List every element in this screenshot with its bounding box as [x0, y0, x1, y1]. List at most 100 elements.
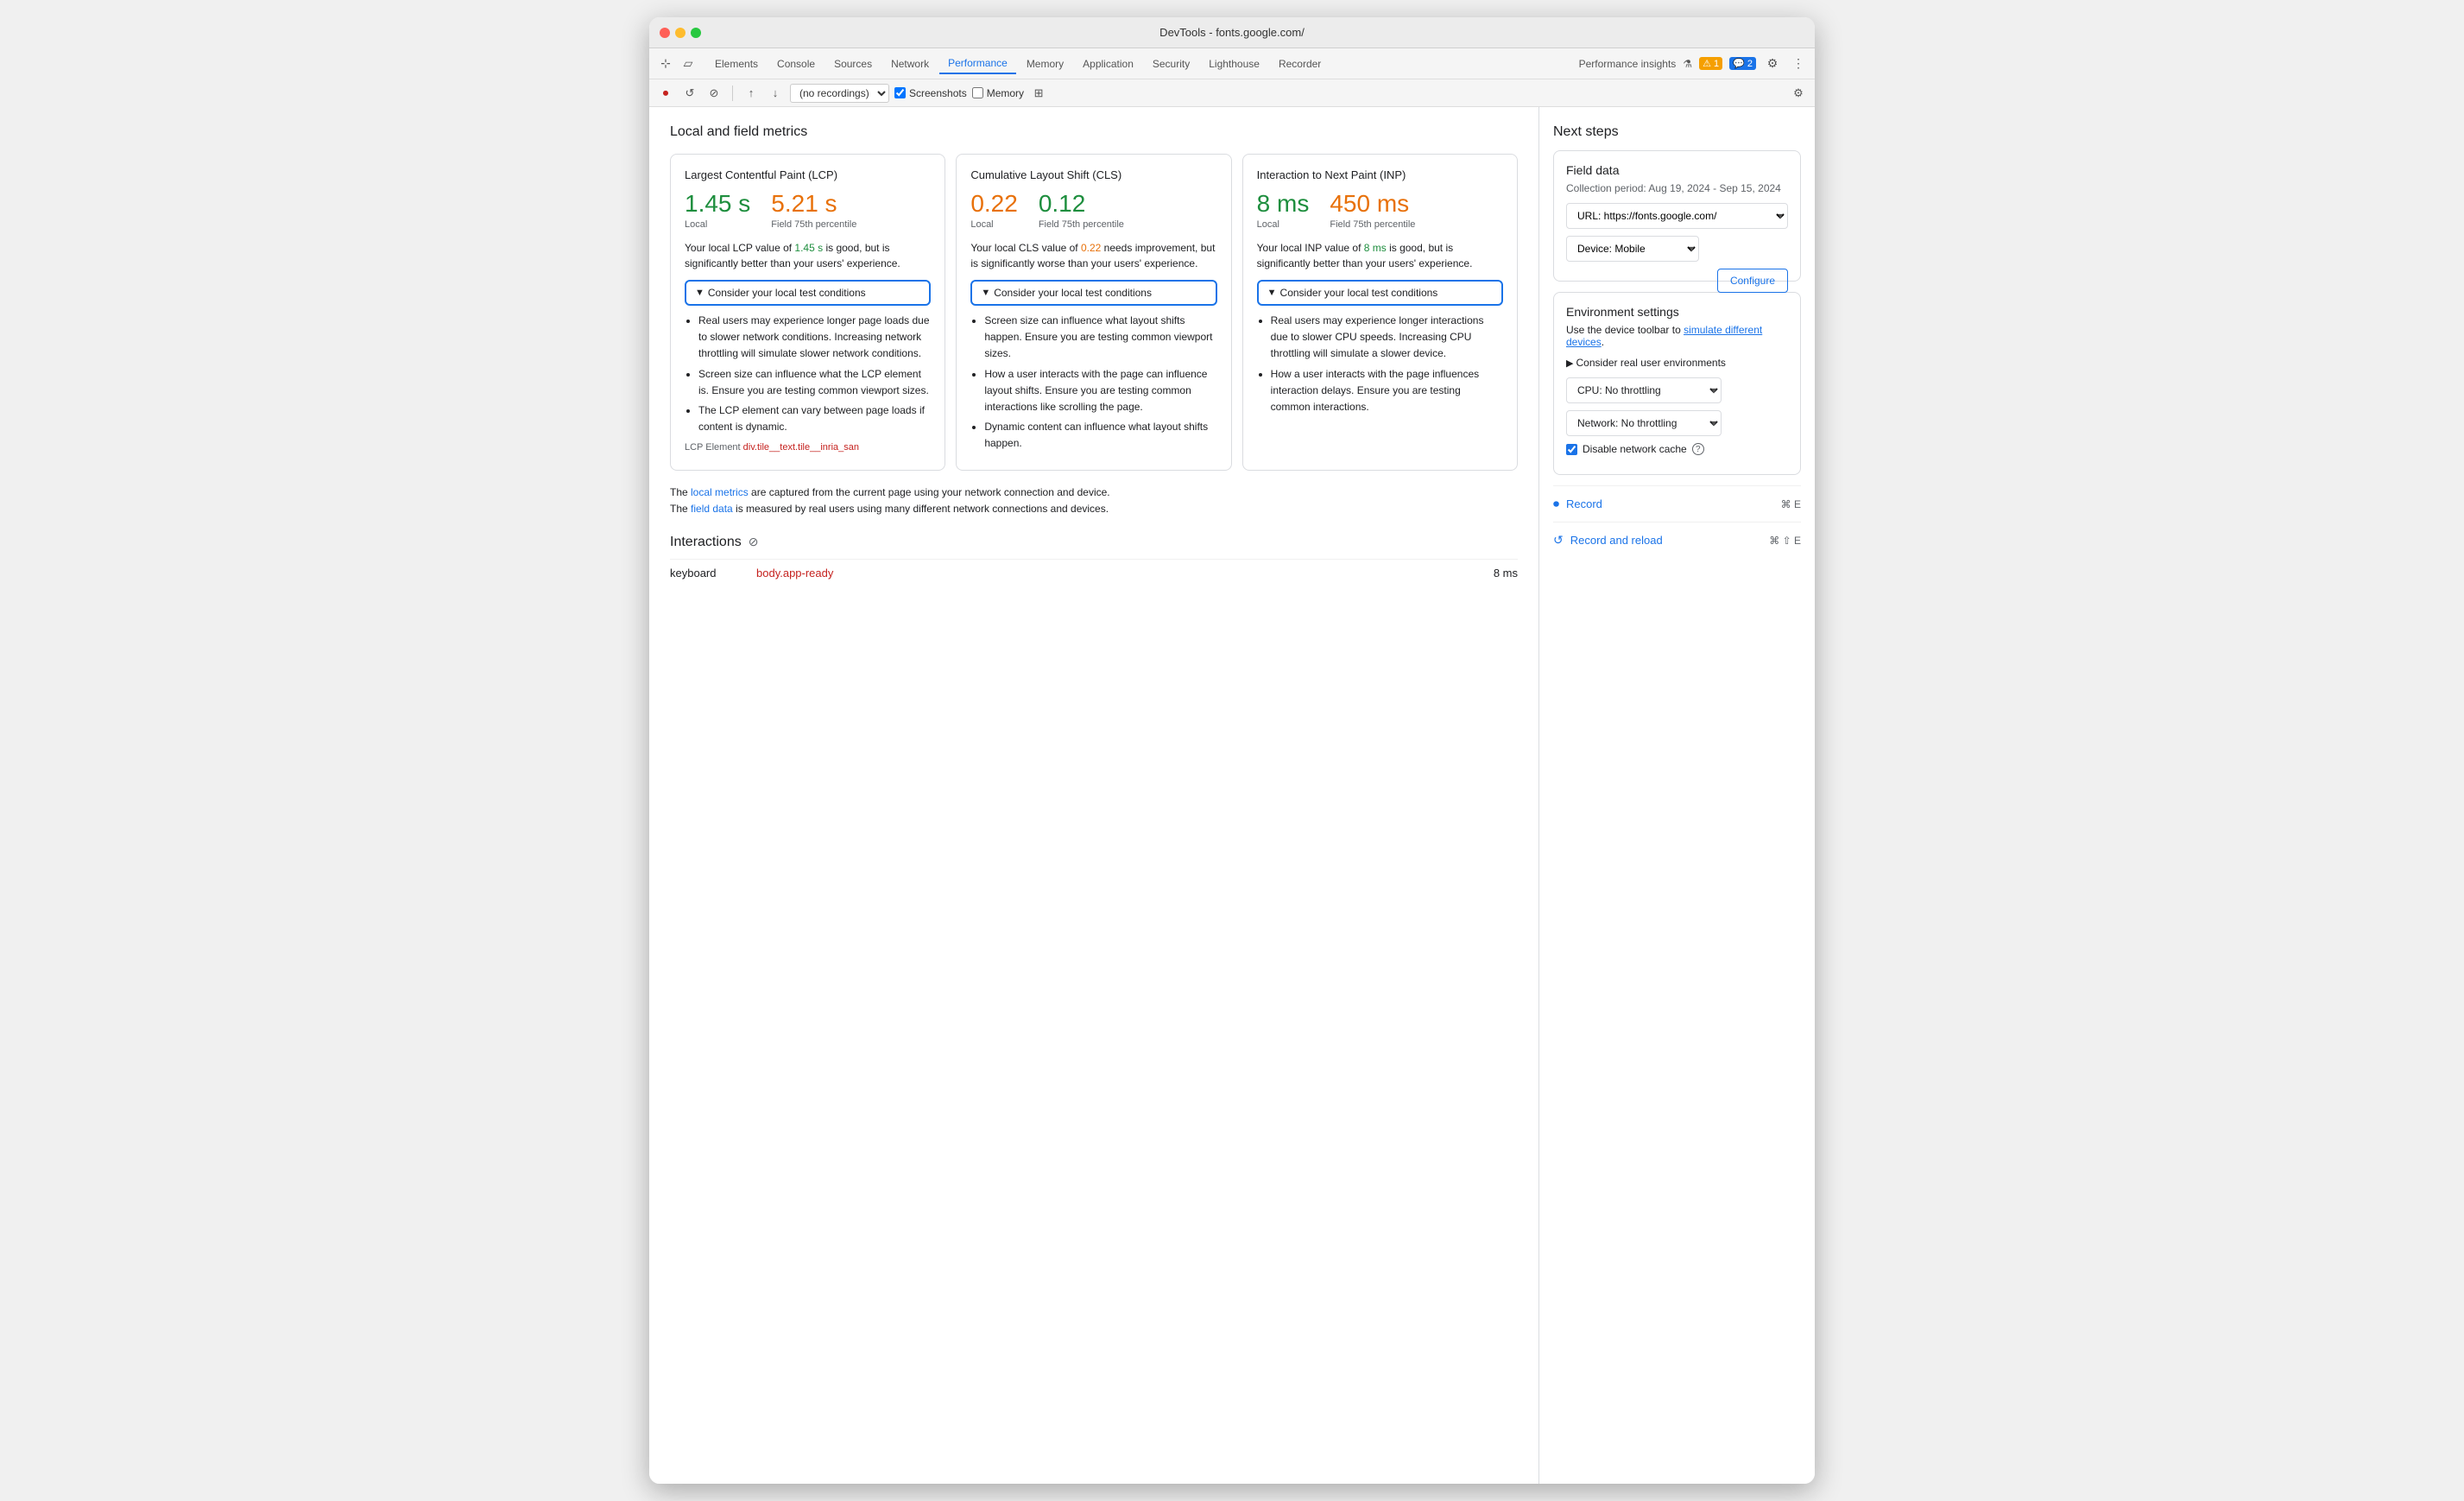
tab-performance[interactable]: Performance: [939, 54, 1016, 74]
recording-select[interactable]: (no recordings): [790, 84, 889, 103]
tab-sources[interactable]: Sources: [825, 54, 881, 73]
memory-checkbox[interactable]: [972, 87, 983, 98]
disable-cache-checkbox[interactable]: [1566, 444, 1577, 455]
cpu-select[interactable]: CPU: No throttling: [1566, 377, 1722, 403]
table-row: keyboard body.app-ready 8 ms: [670, 559, 1518, 586]
interactions-icon: ⊘: [749, 535, 759, 549]
cls-local-label: Local: [970, 219, 1018, 230]
lcp-title: Largest Contentful Paint (LCP): [685, 168, 931, 181]
record-shortcut: ⌘ E: [1781, 498, 1801, 510]
lcp-highlight: 1.45 s: [794, 242, 823, 254]
lcp-field-value: 5.21 s: [771, 190, 856, 218]
more-icon[interactable]: ⋮: [1789, 54, 1808, 73]
inp-card: Interaction to Next Paint (INP) 8 ms Loc…: [1242, 154, 1518, 471]
cls-bullet-2: Dynamic content can influence what layou…: [984, 419, 1216, 452]
download-btn[interactable]: ↓: [766, 84, 785, 103]
tab-console[interactable]: Console: [768, 54, 824, 73]
traffic-lights: [660, 28, 701, 38]
record-btn[interactable]: ⏺: [656, 84, 675, 103]
close-button[interactable]: [660, 28, 670, 38]
screenshots-checkbox-group: Screenshots: [894, 87, 967, 99]
record-reload-action[interactable]: ↺ Record and reload ⌘ ⇧ E: [1553, 522, 1801, 558]
interactions-section: Interactions ⊘ keyboard body.app-ready 8…: [670, 535, 1518, 586]
interaction-time: 8 ms: [1494, 567, 1518, 580]
lcp-bullet-1: Screen size can influence what the LCP e…: [698, 366, 931, 399]
url-select[interactable]: URL: https://fonts.google.com/: [1566, 203, 1788, 229]
performance-insights-label[interactable]: Performance insights: [1579, 58, 1677, 70]
screenshots-checkbox[interactable]: [894, 87, 906, 98]
interaction-target[interactable]: body.app-ready: [756, 567, 1494, 580]
tab-icons: ⊹ ▱: [656, 54, 698, 73]
lcp-local-value: 1.45 s: [685, 190, 750, 218]
record-reload-left: ↺ Record and reload: [1553, 533, 1663, 548]
tab-security[interactable]: Security: [1144, 54, 1198, 73]
lcp-bullets: Real users may experience longer page lo…: [685, 313, 931, 435]
cpu-select-group: CPU: No throttling: [1566, 377, 1788, 403]
interaction-name: keyboard: [670, 567, 756, 580]
network-select-group: Network: No throttling: [1566, 410, 1788, 436]
disable-cache-label: Disable network cache: [1583, 443, 1687, 455]
env-desc: Use the device toolbar to simulate diffe…: [1566, 324, 1788, 348]
tab-elements[interactable]: Elements: [706, 54, 767, 73]
network-select[interactable]: Network: No throttling: [1566, 410, 1722, 436]
tab-recorder[interactable]: Recorder: [1270, 54, 1330, 73]
lcp-element-value: div.tile__text.tile__inria_san: [743, 442, 859, 453]
field-data-card: Field data Collection period: Aug 19, 20…: [1553, 150, 1801, 282]
device-icon[interactable]: ▱: [679, 54, 698, 73]
cls-bullets: Screen size can influence what layout sh…: [970, 313, 1216, 453]
minimize-button[interactable]: [675, 28, 685, 38]
inp-local-value: 8 ms: [1257, 190, 1310, 218]
lcp-card: Largest Contentful Paint (LCP) 1.45 s Lo…: [670, 154, 945, 471]
tab-lighthouse[interactable]: Lighthouse: [1200, 54, 1268, 73]
record-label: Record: [1566, 497, 1602, 510]
consider-real-label: Consider real user environments: [1576, 357, 1726, 369]
upload-btn[interactable]: ↑: [742, 84, 761, 103]
settings-icon[interactable]: ⚙: [1763, 54, 1782, 73]
consider-real-btn[interactable]: ▶ Consider real user environments: [1566, 357, 1788, 369]
content-area: Local and field metrics Largest Contentf…: [649, 107, 1538, 1484]
record-reload-icon: ↺: [1553, 533, 1564, 548]
cls-consider-box[interactable]: ▼ Consider your local test conditions: [970, 280, 1216, 306]
device-select[interactable]: Device: Mobile: [1566, 236, 1699, 262]
lcp-description: Your local LCP value of 1.45 s is good, …: [685, 240, 931, 271]
interactions-header: Interactions ⊘: [670, 535, 1518, 550]
tab-memory[interactable]: Memory: [1018, 54, 1072, 73]
inp-bullet-0: Real users may experience longer interac…: [1271, 313, 1503, 363]
cls-values: 0.22 Local 0.12 Field 75th percentile: [970, 190, 1216, 230]
cls-field-group: 0.12 Field 75th percentile: [1039, 190, 1124, 230]
lcp-field-group: 5.21 s Field 75th percentile: [771, 190, 856, 230]
collection-period: Collection period: Aug 19, 2024 - Sep 15…: [1566, 182, 1788, 194]
record-action[interactable]: ⏺ Record ⌘ E: [1553, 485, 1801, 522]
tab-bar: ⊹ ▱ Elements Console Sources Network Per…: [649, 48, 1815, 79]
record-left: ⏺ Record: [1553, 497, 1602, 511]
settings-btn[interactable]: ⚙: [1789, 84, 1808, 103]
record-reload-shortcut: ⌘ ⇧ E: [1769, 535, 1801, 547]
tab-application[interactable]: Application: [1074, 54, 1142, 73]
local-metrics-link[interactable]: local metrics: [691, 486, 749, 498]
cls-title: Cumulative Layout Shift (CLS): [970, 168, 1216, 181]
field-data-link[interactable]: field data: [691, 503, 733, 515]
refresh-btn[interactable]: ↺: [680, 84, 699, 103]
devtools-window: DevTools - fonts.google.com/ ⊹ ▱ Element…: [649, 17, 1815, 1484]
maximize-button[interactable]: [691, 28, 701, 38]
lcp-consider-box[interactable]: ▼ Consider your local test conditions: [685, 280, 931, 306]
inp-consider-label: Consider your local test conditions: [1280, 287, 1438, 299]
cls-local-group: 0.22 Local: [970, 190, 1018, 230]
section-title: Local and field metrics: [670, 124, 1518, 140]
footer-note: The local metrics are captured from the …: [670, 484, 1518, 517]
tab-network[interactable]: Network: [882, 54, 938, 73]
clear-btn[interactable]: ⊘: [704, 84, 723, 103]
configure-button[interactable]: Configure: [1717, 269, 1788, 293]
network-select-wrapper: Network: No throttling: [1566, 410, 1722, 436]
help-icon[interactable]: ?: [1692, 443, 1704, 455]
disable-cache-group: Disable network cache ?: [1566, 443, 1788, 455]
recording-select-group: (no recordings): [790, 84, 889, 103]
toolbar: ⏺ ↺ ⊘ ↑ ↓ (no recordings) Screenshots Me…: [649, 79, 1815, 107]
inp-consider-box[interactable]: ▼ Consider your local test conditions: [1257, 280, 1503, 306]
inp-values: 8 ms Local 450 ms Field 75th percentile: [1257, 190, 1503, 230]
inp-description: Your local INP value of 8 ms is good, bu…: [1257, 240, 1503, 271]
inspect-icon[interactable]: ⊹: [656, 54, 675, 73]
inp-bullets: Real users may experience longer interac…: [1257, 313, 1503, 415]
cls-consider-label: Consider your local test conditions: [994, 287, 1152, 299]
cpu-icon[interactable]: ⊞: [1029, 84, 1048, 103]
